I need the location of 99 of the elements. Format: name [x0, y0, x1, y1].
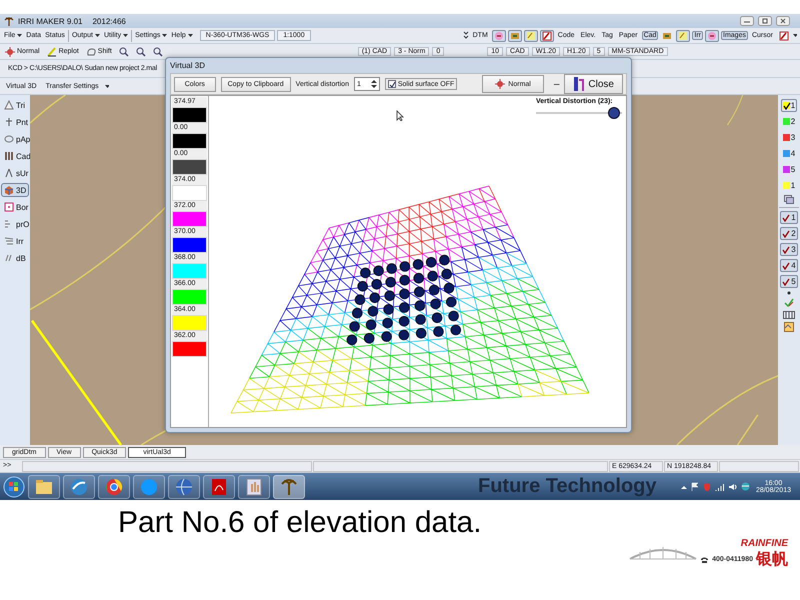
layers-icon[interactable] [784, 195, 794, 204]
mouse-cursor-icon [396, 110, 404, 121]
tool-icon [4, 253, 14, 263]
taskbar-button[interactable] [28, 474, 60, 498]
tool-icon [4, 236, 14, 246]
check-toggle[interactable]: 4 [780, 259, 798, 272]
check-toggle[interactable]: 2 [780, 227, 798, 240]
caret-icon [123, 34, 128, 37]
tool-icon [4, 168, 14, 178]
minimize-button[interactable]: – [554, 78, 560, 90]
tool-icon [46, 46, 57, 56]
taskbar-button[interactable] [168, 474, 200, 498]
caret-icon [17, 34, 22, 37]
checkbox[interactable] [388, 80, 396, 88]
start-orb-icon[interactable] [3, 476, 25, 498]
tool-icon [4, 151, 14, 161]
tool-button[interactable]: Irr [1, 234, 29, 248]
tool-button[interactable]: sUr [1, 166, 29, 180]
overflow-chevron-icon[interactable] [462, 31, 469, 40]
magnifier-icon [152, 46, 163, 56]
wallpaper-text: Future Technology [478, 475, 657, 498]
speaker-icon[interactable] [728, 482, 737, 490]
layer-toggle[interactable]: 1 [780, 99, 798, 112]
magnifier-icon [118, 46, 129, 56]
caret-icon [104, 84, 109, 88]
palm-logo-icon [4, 16, 14, 26]
check-pencil-icon[interactable] [784, 298, 794, 308]
tool-icon [542, 30, 552, 40]
tool-button[interactable]: Cad [1, 149, 29, 163]
toolbar-button[interactable] [492, 30, 506, 42]
tray-arrow-icon[interactable] [680, 484, 687, 488]
tool-button[interactable]: Tri [1, 98, 29, 112]
brand-name: RAINFINE [740, 538, 788, 549]
tool-button[interactable]: Bor [1, 200, 29, 214]
check-toggle[interactable]: 3 [780, 243, 798, 256]
minimize-icon[interactable] [740, 16, 754, 26]
layer-toggle[interactable]: 5 [780, 163, 798, 176]
close-button[interactable]: Close [564, 74, 623, 94]
tool-button[interactable]: 3D [1, 183, 29, 197]
tool-icon [707, 30, 718, 40]
tool-icon [662, 30, 672, 40]
check-toggle[interactable]: 1 [780, 211, 798, 224]
restore-icon[interactable] [758, 16, 772, 26]
taskbar-button[interactable] [203, 474, 235, 498]
taskbar-button[interactable] [238, 474, 270, 498]
toolbar-button[interactable] [508, 30, 522, 42]
map-icon[interactable] [784, 322, 794, 332]
tool-button[interactable]: prO [1, 217, 29, 231]
phone-icon [700, 556, 710, 563]
toolbar-button[interactable] [540, 30, 554, 42]
slider-thumb[interactable] [608, 107, 620, 119]
signal-bars-icon[interactable] [714, 482, 724, 490]
window-title: IRRI MAKER 9.01 [18, 16, 82, 26]
tool-icon [779, 30, 789, 40]
slide-caption: Part No.6 of elevation data. [118, 506, 483, 540]
caret-icon [162, 34, 168, 37]
layer-toggle[interactable]: 1 [780, 179, 798, 192]
tool-icon [510, 30, 520, 40]
flag-icon[interactable] [690, 482, 699, 491]
caret-icon [188, 34, 193, 37]
toolbar-button[interactable] [777, 30, 791, 42]
taskbar-button[interactable] [98, 474, 130, 498]
tool-button[interactable]: pAp [1, 132, 29, 146]
taskbar-button[interactable] [133, 474, 165, 498]
tool-icon [678, 30, 688, 40]
dot-icon[interactable] [787, 291, 791, 295]
taskbar-button[interactable] [63, 474, 95, 498]
layer-toggle[interactable]: 2 [780, 115, 798, 128]
spin-arrows-icon [370, 79, 377, 89]
tool-icon [494, 30, 504, 40]
tool-button[interactable]: dB [1, 251, 29, 265]
close-icon[interactable] [776, 16, 790, 26]
zoom-button[interactable] [150, 46, 165, 58]
tool-icon [4, 117, 14, 127]
dialog-title: Virtual 3D [170, 60, 206, 72]
flower-icon [495, 79, 506, 89]
tool-icon [4, 100, 14, 110]
brand-name-chinese: 银帆 [756, 550, 788, 570]
toolbar-button[interactable] [705, 30, 720, 42]
door-figure-icon [573, 76, 586, 92]
tool-icon [4, 185, 14, 195]
magnifier-icon [136, 46, 146, 56]
caret-icon [94, 34, 100, 37]
tool-icon [5, 46, 15, 56]
tool-icon [526, 30, 536, 40]
zoom-button[interactable] [134, 46, 148, 58]
build-number: 2012:466 [92, 16, 126, 26]
tool-icon [4, 134, 14, 144]
layer-toggle[interactable]: 4 [780, 147, 798, 160]
caret-icon [793, 34, 797, 37]
zoom-button[interactable] [116, 46, 131, 58]
grid-text-icon[interactable] [783, 311, 795, 319]
tool-icon [4, 202, 14, 212]
tool-icon [86, 46, 96, 56]
check-toggle[interactable]: 5 [780, 275, 798, 288]
layer-toggle[interactable]: 3 [780, 131, 798, 144]
taskbar-button[interactable] [273, 474, 305, 498]
tool-button[interactable]: Pnt [1, 115, 29, 129]
checkmark-icon [388, 81, 396, 88]
